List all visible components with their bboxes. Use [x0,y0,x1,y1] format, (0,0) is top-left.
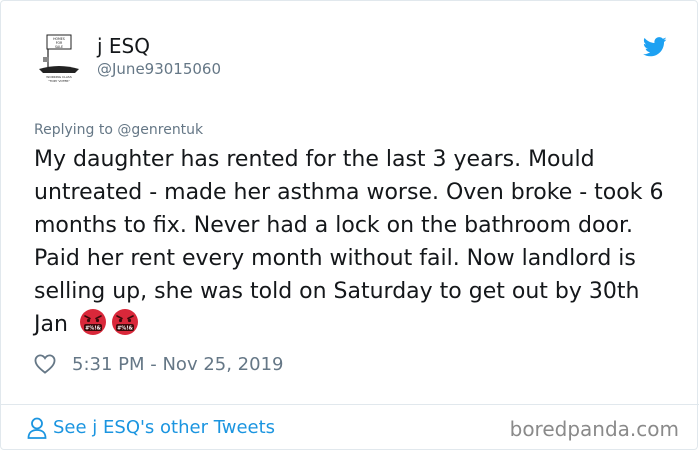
emoji-symbols-text: #%!& [85,326,101,332]
angry-symbols-emoji-icon: #%!& [111,309,138,335]
timestamp[interactable]: 5:31 PM - Nov 25, 2019 [72,354,283,375]
watermark: boredpanda.com [509,417,679,441]
person-icon [27,417,47,439]
tweet-meta: 5:31 PM - Nov 25, 2019 [34,351,283,377]
author-name[interactable]: j ESQ [97,33,150,59]
see-other-tweets-link[interactable]: See j ESQ's other Tweets [27,416,275,440]
svg-text:SALE: SALE [55,45,63,49]
heart-icon[interactable] [34,354,56,374]
twitter-bird-icon[interactable] [643,37,667,57]
replying-to[interactable]: Replying to @genrentuk [34,121,203,139]
emoji-symbols-text: #%!& [117,326,133,332]
angry-symbols-emoji-icon: #%!& [79,309,106,335]
avatar[interactable]: HOMES FOR SALE WORKING CLASS "TORY VOTER… [35,33,83,85]
svg-text:"TORY VOTER": "TORY VOTER" [48,79,70,83]
tweet-card: HOMES FOR SALE WORKING CLASS "TORY VOTER… [0,0,699,450]
author-handle[interactable]: @June93015060 [97,59,221,79]
divider [1,404,699,405]
tweet-body: My daughter has rented for the last 3 ye… [34,143,674,341]
see-other-tweets-label: See j ESQ's other Tweets [53,417,276,438]
